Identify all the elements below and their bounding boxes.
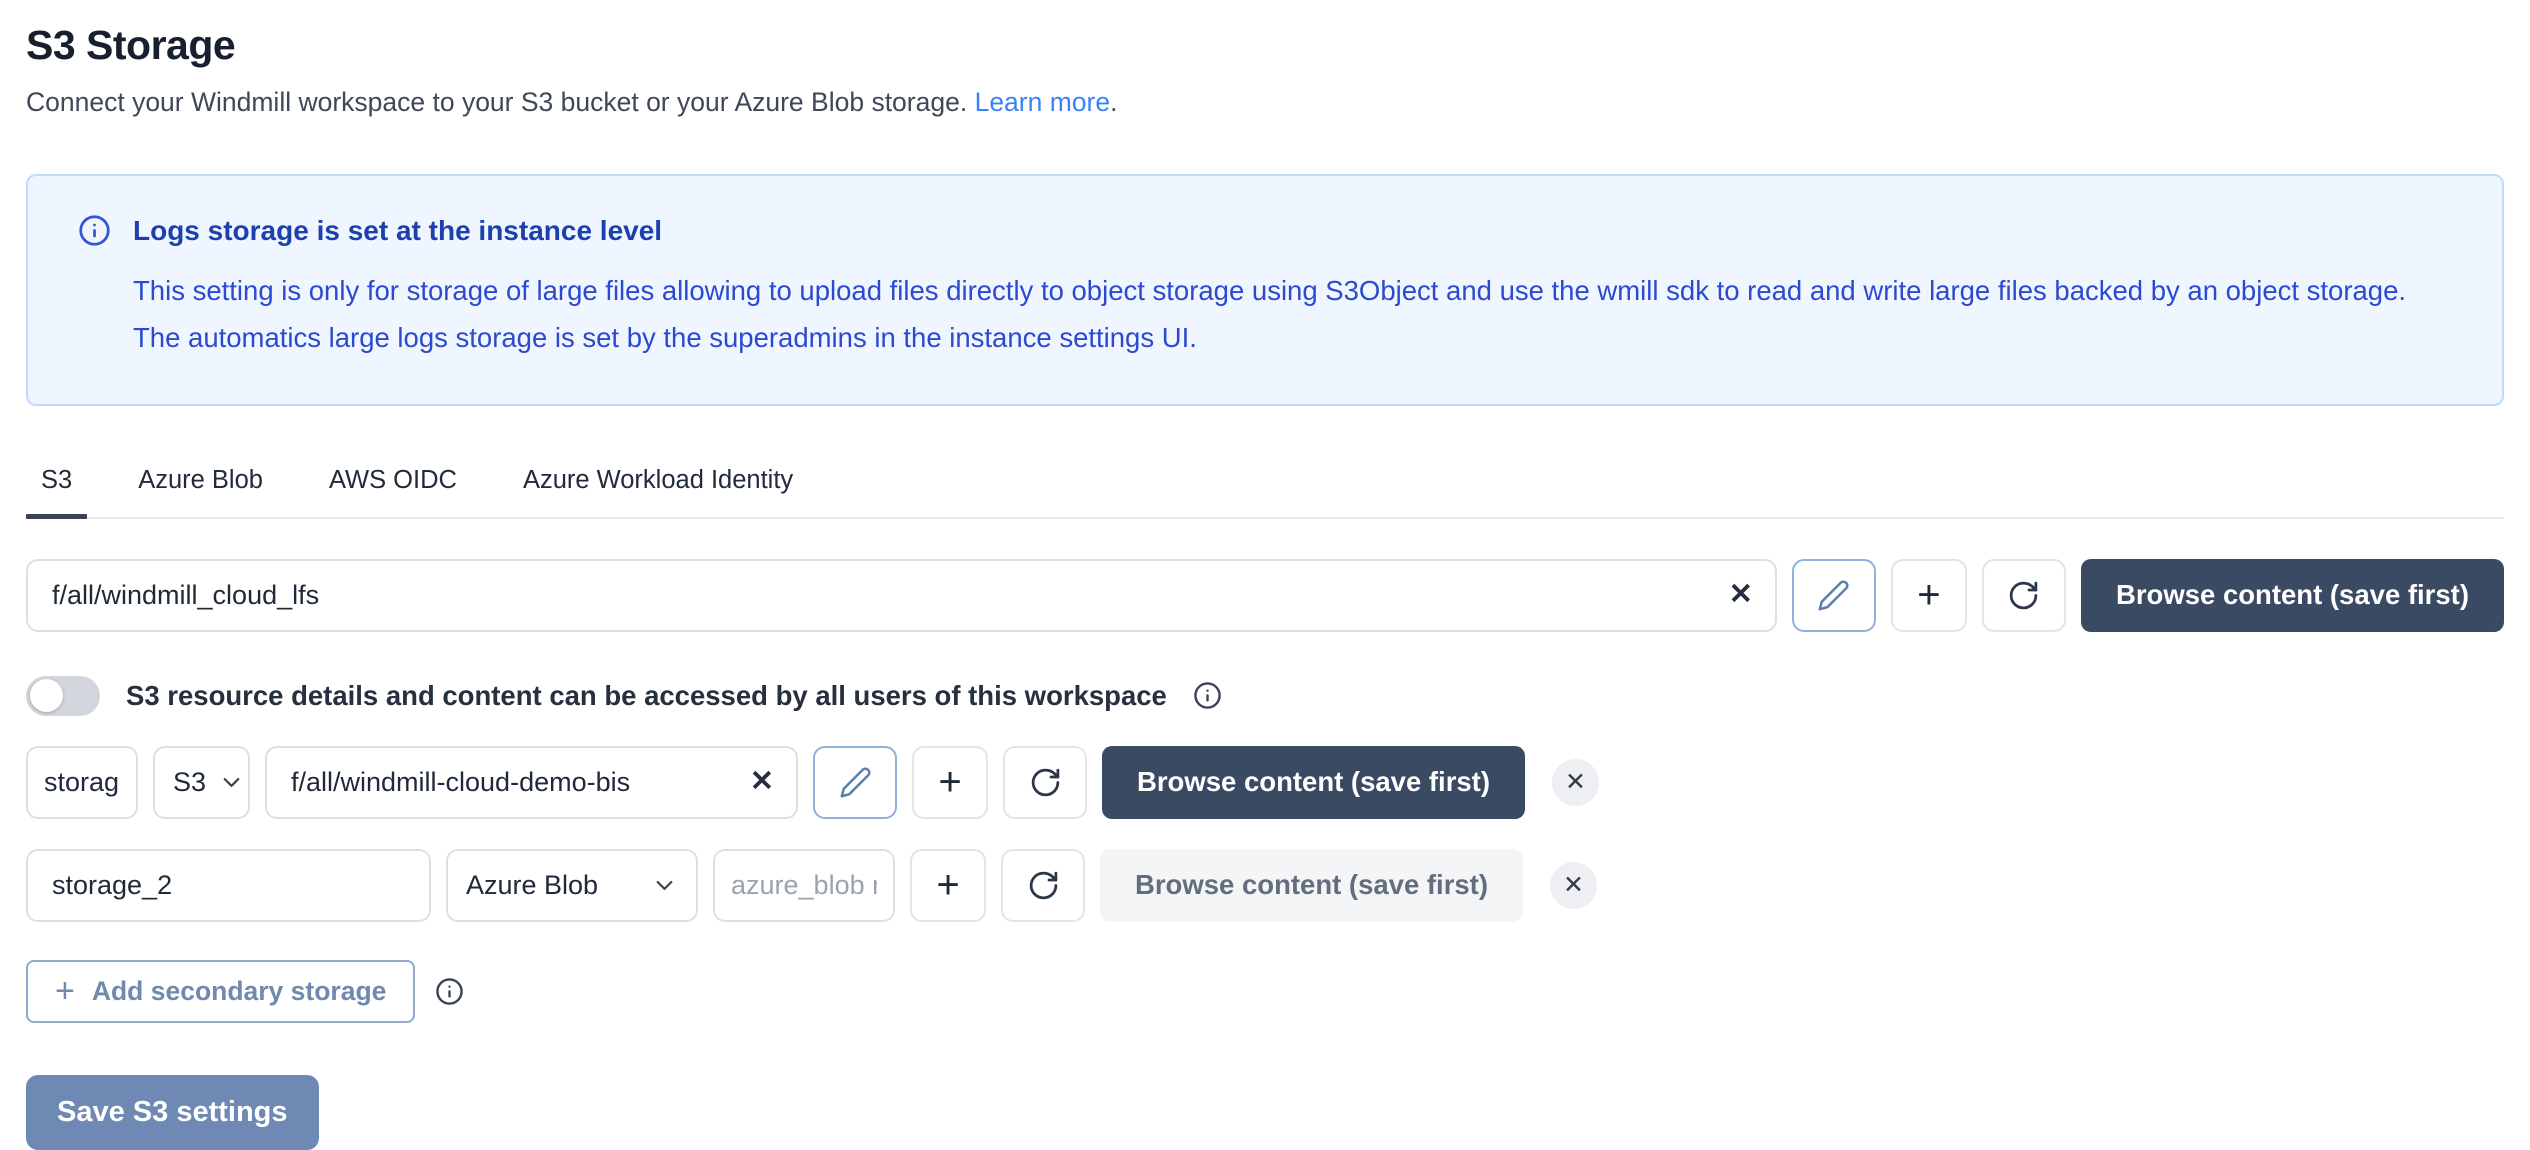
secondary-2-name-wrap: [26, 849, 431, 922]
secondary-2-refresh-resource-button[interactable]: [1001, 849, 1085, 922]
refresh-icon: [2007, 579, 2040, 612]
secondary-1-browse-content-button[interactable]: Browse content (save first): [1102, 746, 1525, 819]
s3-storage-settings-page: S3 Storage Connect your Windmill workspa…: [0, 0, 2530, 1150]
refresh-resource-button[interactable]: [1982, 559, 2066, 632]
refresh-icon: [1027, 869, 1060, 902]
plus-icon: +: [55, 972, 75, 1011]
secondary-1-type-select[interactable]: S3: [153, 746, 250, 819]
secondary-storage-row-1: S3 ✕ + Browse content (save first) ✕: [26, 746, 2504, 819]
edit-resource-button[interactable]: [1792, 559, 1876, 632]
primary-resource-input[interactable]: [26, 559, 1777, 632]
add-resource-button[interactable]: +: [1891, 559, 1967, 632]
secondary-2-name-input[interactable]: [26, 849, 431, 922]
secondary-storage-row-2: Azure Blob + Browse content (save first)…: [26, 849, 2504, 922]
toggle-knob: [30, 679, 63, 712]
secondary-1-name-wrap: [26, 746, 138, 819]
tab-s3[interactable]: S3: [26, 460, 87, 517]
chevron-down-icon: [651, 872, 678, 899]
secondary-2-resource-input[interactable]: [713, 849, 895, 922]
page-subtitle: Connect your Windmill workspace to your …: [26, 87, 2504, 118]
secondary-2-type-select[interactable]: Azure Blob: [446, 849, 698, 922]
alert-title: Logs storage is set at the instance leve…: [133, 215, 662, 247]
subtitle-text: Connect your Windmill workspace to your …: [26, 87, 967, 117]
public-access-toggle[interactable]: [26, 676, 100, 716]
secondary-1-refresh-resource-button[interactable]: [1003, 746, 1087, 819]
secondary-2-remove-button[interactable]: ✕: [1550, 862, 1597, 909]
storage-type-tabs: S3 Azure Blob AWS OIDC Azure Workload Id…: [26, 460, 2504, 519]
secondary-1-type-value: S3: [173, 767, 206, 798]
pencil-icon: [839, 766, 872, 799]
secondary-1-add-resource-button[interactable]: +: [912, 746, 988, 819]
public-access-toggle-label: S3 resource details and content can be a…: [126, 680, 1167, 712]
refresh-icon: [1029, 766, 1062, 799]
alert-body: This setting is only for storage of larg…: [133, 267, 2456, 362]
clear-resource-icon[interactable]: ✕: [1729, 581, 1753, 610]
tab-aws-oidc[interactable]: AWS OIDC: [314, 460, 472, 517]
secondary-1-resource-wrap: ✕: [265, 746, 798, 819]
primary-storage-row: ✕ + Browse content (save first): [26, 559, 2504, 632]
save-s3-settings-button[interactable]: Save S3 settings: [26, 1075, 319, 1150]
toggle-info-icon[interactable]: [1193, 681, 1222, 710]
add-secondary-info-icon[interactable]: [435, 977, 464, 1006]
add-secondary-storage-button[interactable]: + Add secondary storage: [26, 960, 415, 1023]
info-icon: [78, 214, 111, 247]
browse-content-button-primary[interactable]: Browse content (save first): [2081, 559, 2504, 632]
primary-resource-input-wrap: ✕: [26, 559, 1777, 632]
secondary-2-add-resource-button[interactable]: +: [910, 849, 986, 922]
add-secondary-storage-label: Add secondary storage: [92, 976, 387, 1007]
subtitle-period: .: [1110, 87, 1117, 117]
secondary-2-type-value: Azure Blob: [466, 870, 598, 901]
tab-azure-workload-identity[interactable]: Azure Workload Identity: [508, 460, 808, 517]
learn-more-link[interactable]: Learn more: [975, 87, 1111, 117]
public-access-toggle-row: S3 resource details and content can be a…: [26, 676, 2504, 716]
logs-storage-alert: Logs storage is set at the instance leve…: [26, 174, 2504, 406]
page-title: S3 Storage: [26, 22, 2504, 69]
alert-header: Logs storage is set at the instance leve…: [78, 214, 2456, 247]
tab-azure-blob[interactable]: Azure Blob: [123, 460, 278, 517]
secondary-2-browse-content-button: Browse content (save first): [1100, 849, 1523, 922]
pencil-icon: [1817, 579, 1850, 612]
secondary-1-name-input[interactable]: [26, 746, 138, 819]
chevron-down-icon: [218, 769, 245, 796]
add-secondary-storage-row: + Add secondary storage: [26, 960, 2504, 1023]
secondary-1-edit-resource-button[interactable]: [813, 746, 897, 819]
secondary-2-resource-wrap: [713, 849, 895, 922]
secondary-1-clear-resource-icon[interactable]: ✕: [750, 768, 774, 797]
secondary-1-resource-input[interactable]: [265, 746, 798, 819]
secondary-1-remove-button[interactable]: ✕: [1552, 759, 1599, 806]
